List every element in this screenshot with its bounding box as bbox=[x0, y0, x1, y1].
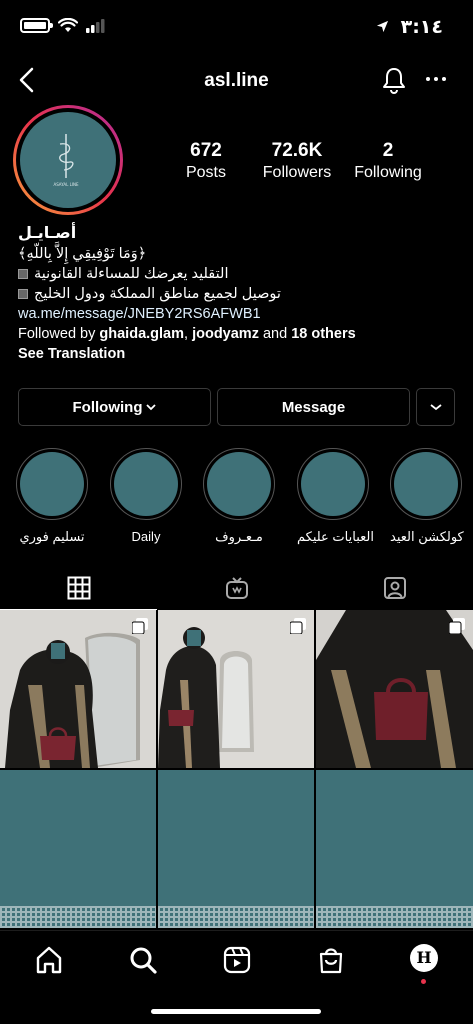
signal-icon bbox=[86, 18, 105, 33]
highlight-cover bbox=[301, 452, 365, 516]
following-count: 2 bbox=[382, 140, 394, 161]
tagged-person-icon bbox=[383, 577, 406, 599]
bio-line-quote: ﴿وَمَا تَوْفِيقِي إِلاَّ بِاللّهِ﴾ bbox=[18, 246, 147, 262]
chevron-down-icon bbox=[429, 404, 442, 411]
posts-count: 672 bbox=[190, 140, 222, 161]
following-button[interactable]: Following bbox=[18, 388, 211, 426]
bio-line-delivery: توصيل لجميع مناطق المملكة ودول الخليج bbox=[18, 284, 458, 304]
multiple-photos-icon bbox=[132, 618, 148, 634]
display-name: أصـايـل bbox=[18, 225, 77, 242]
post-thumbnail[interactable] bbox=[316, 770, 473, 928]
suggested-accounts-button[interactable] bbox=[416, 388, 455, 426]
black-square-emoji-icon bbox=[18, 269, 28, 279]
highlight-label: كولكشن العيد bbox=[390, 529, 464, 544]
highlight-cover bbox=[207, 452, 271, 516]
highlight-item[interactable]: العبايات عليكم bbox=[297, 448, 374, 545]
black-square-emoji-icon bbox=[18, 289, 28, 299]
see-translation-link[interactable]: See Translation bbox=[18, 344, 458, 364]
highlight-item[interactable]: كولكشن العيد bbox=[390, 448, 464, 545]
followers-count: 72.6K bbox=[271, 140, 323, 161]
post-thumbnail[interactable] bbox=[158, 770, 314, 928]
tab-tagged[interactable] bbox=[316, 566, 473, 610]
multiple-photos-icon bbox=[290, 618, 306, 634]
post-thumbnail[interactable] bbox=[0, 610, 156, 768]
story-highlights: كولكشن العيد العبايات عليكم مـعـروف Dail… bbox=[0, 448, 473, 548]
status-time: ٣:١٤ bbox=[400, 16, 443, 38]
stat-following[interactable]: 2 Following bbox=[348, 140, 428, 182]
status-bar: ٣:١٤ bbox=[0, 0, 473, 56]
stat-followers[interactable]: 72.6K Followers bbox=[257, 140, 337, 182]
shop-icon[interactable] bbox=[316, 945, 346, 975]
search-icon[interactable] bbox=[128, 945, 158, 975]
post-thumbnail[interactable] bbox=[158, 610, 314, 768]
highlight-label: تسليم فوري bbox=[19, 529, 85, 544]
profile-stats: 672 Posts 72.6K Followers 2 Following bbox=[0, 140, 473, 190]
posts-label: Posts bbox=[185, 164, 226, 181]
post-thumbnail[interactable] bbox=[316, 610, 473, 768]
home-indicator[interactable] bbox=[151, 1009, 321, 1014]
wifi-icon bbox=[58, 18, 78, 32]
status-icons bbox=[20, 18, 106, 33]
followers-label: Followers bbox=[262, 164, 332, 181]
followed-by[interactable]: Followed by ghaida.glam, joodyamz and 18… bbox=[18, 324, 458, 344]
post-thumbnail[interactable] bbox=[0, 770, 156, 928]
tab-igtv[interactable] bbox=[158, 566, 315, 610]
more-options-icon[interactable] bbox=[425, 68, 447, 90]
following-label: Following bbox=[354, 164, 422, 181]
message-button[interactable]: Message bbox=[217, 388, 410, 426]
battery-icon bbox=[20, 18, 53, 33]
bottom-nav: H bbox=[0, 930, 473, 1024]
highlight-label: العبايات عليكم bbox=[297, 529, 374, 544]
highlight-cover bbox=[394, 452, 458, 516]
bio-link[interactable]: wa.me/message/JNEBY2RS6AFWB1 bbox=[18, 304, 458, 324]
chevron-down-icon bbox=[146, 404, 157, 411]
profile-tabs bbox=[0, 566, 473, 610]
home-icon[interactable] bbox=[34, 945, 64, 975]
tab-posts-grid[interactable] bbox=[0, 566, 157, 610]
profile-actions: Following Message bbox=[18, 388, 455, 426]
highlight-item[interactable]: مـعـروف bbox=[203, 448, 275, 545]
top-nav: asl.line bbox=[0, 60, 473, 100]
bell-icon[interactable] bbox=[381, 66, 407, 94]
igtv-icon bbox=[225, 577, 248, 599]
highlight-label: Daily bbox=[131, 529, 161, 544]
posts-grid bbox=[0, 610, 473, 928]
profile-bio: أصـايـل ﴿وَمَا تَوْفِيقِي إِلاَّ بِاللّه… bbox=[18, 224, 458, 364]
bio-line-warning: التقليد يعرضك للمساءلة القانونية bbox=[18, 264, 458, 284]
highlight-label: مـعـروف bbox=[215, 529, 263, 544]
stat-posts[interactable]: 672 Posts bbox=[176, 140, 236, 182]
highlight-item[interactable]: Daily bbox=[110, 448, 182, 544]
grid-icon bbox=[67, 576, 90, 599]
location-arrow-icon bbox=[376, 20, 389, 33]
notification-dot bbox=[421, 979, 426, 984]
highlight-cover bbox=[114, 452, 178, 516]
profile-tab-avatar[interactable]: H bbox=[410, 944, 438, 972]
highlight-item[interactable]: تسليم فوري bbox=[16, 448, 88, 545]
highlight-cover bbox=[20, 452, 84, 516]
multiple-photos-icon bbox=[449, 618, 465, 634]
reels-icon[interactable] bbox=[222, 945, 252, 975]
